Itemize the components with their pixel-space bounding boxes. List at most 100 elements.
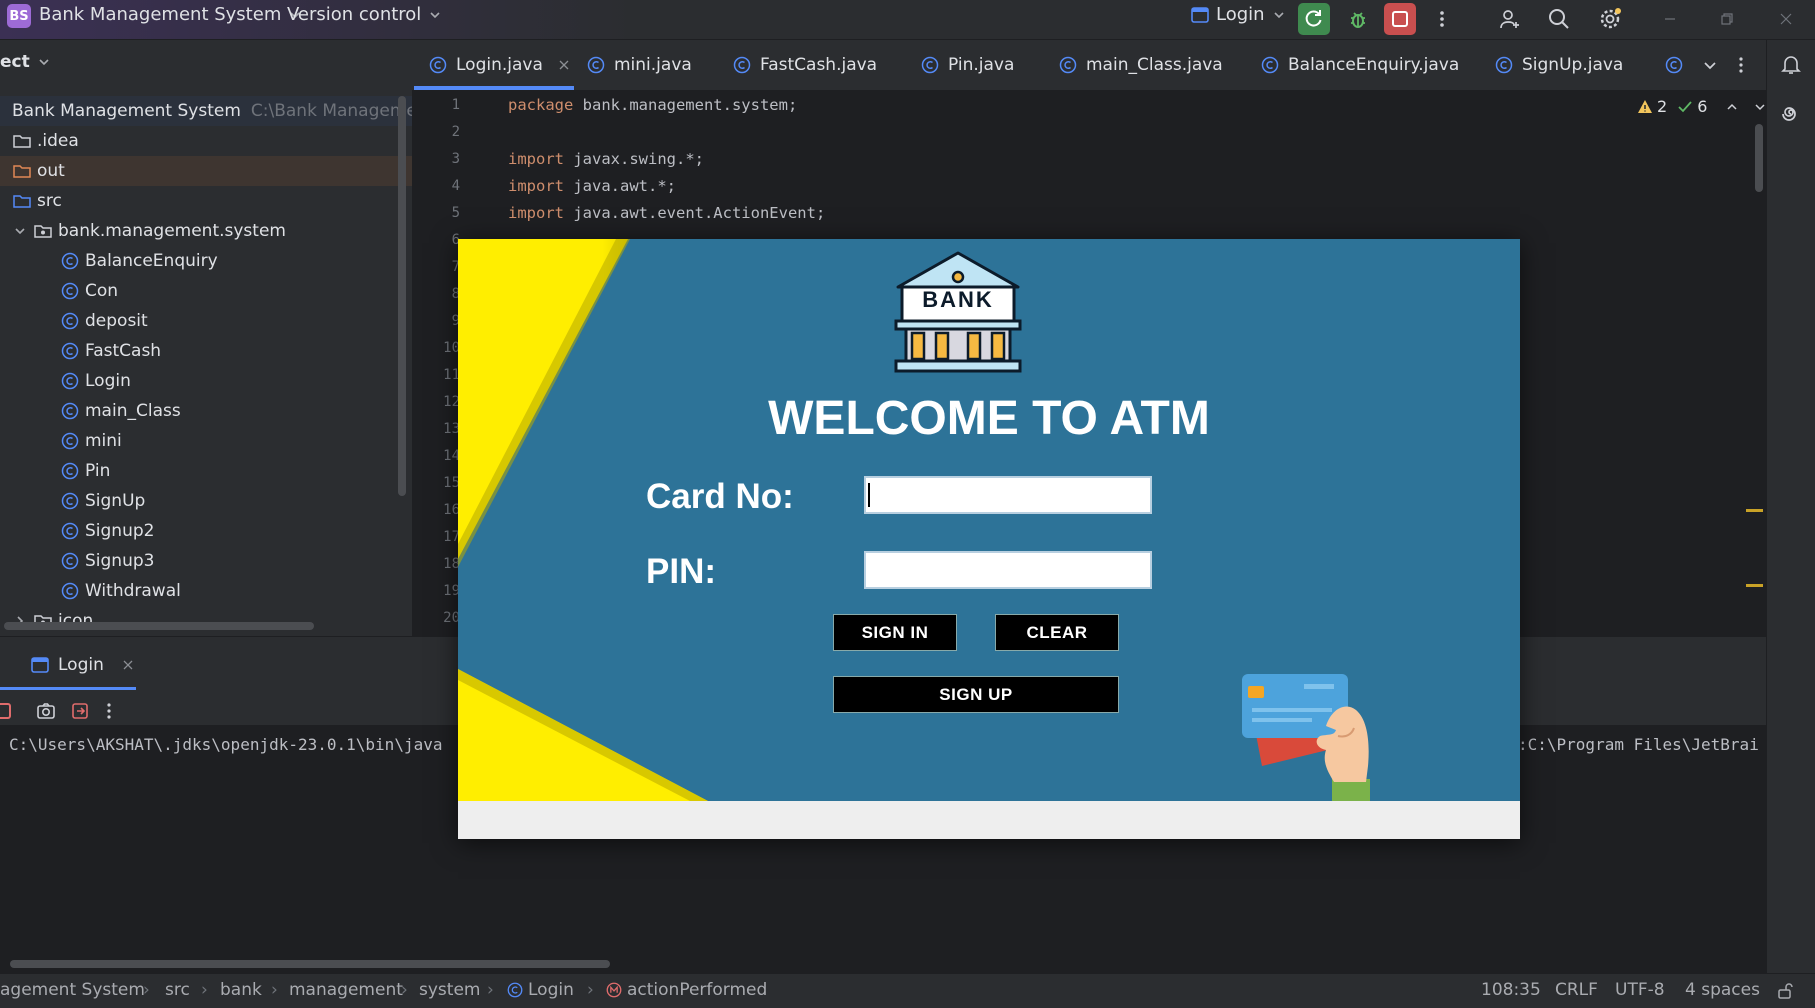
code-line[interactable]: import java.awt.event.ActionEvent; <box>508 204 825 222</box>
tab-label: FastCash.java <box>760 55 878 75</box>
sign-up-button[interactable]: SIGN UP <box>833 676 1119 713</box>
tab-label: Pin.java <box>948 55 1015 75</box>
java-class-icon <box>429 56 447 74</box>
tree-item-out[interactable]: out <box>0 156 412 186</box>
vcs-selector[interactable]: Version control <box>287 4 443 26</box>
close-window-button[interactable] <box>1770 3 1802 35</box>
sign-in-button[interactable]: SIGN IN <box>833 614 957 651</box>
settings-button[interactable] <box>1594 3 1626 35</box>
restore-button[interactable] <box>1711 3 1743 35</box>
run-more-button[interactable] <box>106 701 112 721</box>
add-user-button[interactable] <box>1494 3 1526 35</box>
tree-item-src[interactable]: src <box>0 186 412 216</box>
console-scrollbar-h[interactable] <box>10 960 610 968</box>
tab-mini-java[interactable]: mini.java <box>586 40 692 90</box>
breadcrumb-method[interactable]: actionPerformed <box>605 980 767 1000</box>
tree-item-class[interactable]: Pin <box>0 456 412 486</box>
more-actions-button[interactable] <box>1426 3 1458 35</box>
project-badge[interactable]: BS <box>7 4 31 28</box>
tab-balanceenquiry-java[interactable]: BalanceEnquiry.java <box>1260 40 1459 90</box>
tree-item-class[interactable]: Con <box>0 276 412 306</box>
file-encoding[interactable]: UTF-8 <box>1615 980 1665 1000</box>
run-tab-login[interactable]: Login <box>30 655 134 675</box>
line-separator[interactable]: CRLF <box>1555 980 1598 1000</box>
tree-item-class[interactable]: BalanceEnquiry <box>0 246 412 276</box>
hand-holding-card-icon <box>1242 674 1370 801</box>
tab-overflow-partial[interactable] <box>1664 40 1684 90</box>
breadcrumb-separator: › <box>401 980 408 1000</box>
code-line[interactable]: package bank.management.system; <box>508 96 797 114</box>
lock-button[interactable] <box>1776 982 1794 1000</box>
tree-item-label: mini <box>85 431 122 451</box>
status-bar: agement System › src › bank › management… <box>0 973 1815 1008</box>
tree-item-class[interactable]: deposit <box>0 306 412 336</box>
project-panel-header[interactable]: ect <box>0 52 52 72</box>
tree-item-class[interactable]: mini <box>0 426 412 456</box>
welcome-title: WELCOME TO ATM <box>768 392 1210 445</box>
tree-item-package[interactable]: bank.management.system <box>0 216 412 246</box>
tabs-more-button[interactable] <box>1738 40 1744 90</box>
breadcrumb-management[interactable]: management <box>289 980 403 1000</box>
tree-item-class[interactable]: Signup3 <box>0 546 412 576</box>
close-tab-icon[interactable] <box>122 659 134 671</box>
breadcrumb-src[interactable]: src <box>165 980 190 1000</box>
warning-count: 2 <box>1657 97 1668 116</box>
rerun-button[interactable] <box>1298 3 1330 35</box>
minimize-button[interactable] <box>1654 3 1686 35</box>
tab-main-class-java[interactable]: main_Class.java <box>1058 40 1223 90</box>
search-button[interactable] <box>1543 3 1575 35</box>
tree-item-icon-folder[interactable]: icon <box>0 606 412 636</box>
tree-item-class[interactable]: Withdrawal <box>0 576 412 606</box>
warning-stripe-marker[interactable] <box>1746 509 1763 512</box>
vcs-label: Version control <box>287 4 422 25</box>
tree-item-idea[interactable]: .idea <box>0 126 412 156</box>
debug-button[interactable] <box>1342 3 1374 35</box>
line-number: 19 <box>443 583 460 599</box>
project-selector[interactable]: Bank Management System <box>39 4 303 26</box>
close-tab-icon[interactable] <box>557 58 571 72</box>
tree-item-class[interactable]: main_Class <box>0 396 412 426</box>
rerun-icon <box>1305 10 1322 27</box>
pin-input[interactable] <box>864 551 1152 589</box>
indent-setting[interactable]: 4 spaces <box>1685 980 1760 1000</box>
editor-scrollbar[interactable] <box>1755 124 1763 192</box>
folder-icon <box>13 135 31 148</box>
stop-run-button[interactable] <box>0 703 12 719</box>
folder-icon <box>13 165 31 178</box>
tree-scrollbar-v[interactable] <box>398 96 406 496</box>
screenshot-button[interactable] <box>36 701 56 721</box>
card-number-input[interactable] <box>864 476 1152 514</box>
code-line[interactable]: import javax.swing.*; <box>508 150 704 168</box>
tab-signup-java[interactable]: SignUp.java <box>1494 40 1623 90</box>
tab-pin-java[interactable]: Pin.java <box>920 40 1014 90</box>
code-text: java.awt.*; <box>564 177 676 195</box>
code-line[interactable]: import java.awt.*; <box>508 177 676 195</box>
breadcrumb-bank[interactable]: bank <box>220 980 262 1000</box>
tree-item-class[interactable]: FastCash <box>0 336 412 366</box>
java-class-icon <box>61 552 79 570</box>
stop-button[interactable] <box>1384 3 1416 35</box>
warning-stripe-marker[interactable] <box>1746 584 1763 587</box>
java-class-icon <box>61 492 79 510</box>
tree-item-label: bank.management.system <box>58 221 286 241</box>
tree-item-class[interactable]: Login <box>0 366 412 396</box>
caret-position[interactable]: 108:35 <box>1481 980 1541 1000</box>
tree-item-class[interactable]: Signup2 <box>0 516 412 546</box>
tab-login-java[interactable]: Login.java <box>428 40 571 90</box>
tree-item-class[interactable]: SignUp <box>0 486 412 516</box>
tree-scrollbar-h[interactable] <box>4 622 314 630</box>
breadcrumb-system[interactable]: system <box>419 980 480 1000</box>
ai-assistant-button[interactable] <box>1779 102 1803 126</box>
inspection-widget[interactable]: 2 6 <box>1637 97 1767 116</box>
breadcrumb-project[interactable]: agement System <box>0 980 145 1000</box>
chevron-up-icon[interactable] <box>1725 100 1739 114</box>
run-config-selector[interactable]: Login <box>1190 4 1287 26</box>
tabs-dropdown-button[interactable] <box>1702 40 1718 90</box>
tab-fastcash-java[interactable]: FastCash.java <box>732 40 877 90</box>
notifications-button[interactable] <box>1779 52 1803 76</box>
keyword: import <box>508 204 564 222</box>
breadcrumb-login[interactable]: Login <box>506 980 574 1000</box>
exit-button[interactable] <box>70 701 90 721</box>
tree-root[interactable]: Bank Management System C:\Bank Managemen… <box>0 96 412 126</box>
clear-button[interactable]: CLEAR <box>995 614 1119 651</box>
